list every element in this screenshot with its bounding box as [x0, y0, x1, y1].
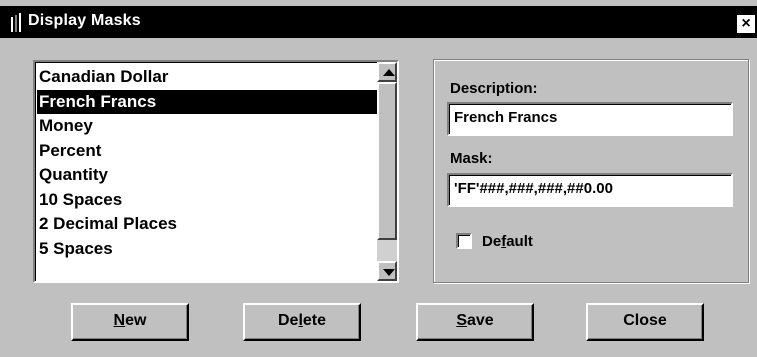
scroll-down-button[interactable]: [377, 261, 397, 281]
vertical-scrollbar[interactable]: [377, 62, 397, 281]
new-button[interactable]: New: [71, 303, 189, 341]
list-item[interactable]: 5 Spaces: [37, 237, 377, 262]
mask-label: Mask:: [450, 150, 493, 167]
close-button[interactable]: Close: [586, 303, 704, 341]
scroll-thumb[interactable]: [377, 82, 397, 240]
default-label-pre: De: [482, 233, 502, 250]
arrow-down-icon: [383, 269, 395, 276]
delete-post: ete: [302, 312, 327, 329]
list-item[interactable]: Quantity: [37, 163, 377, 188]
new-rest: ew: [125, 312, 147, 329]
display-masks-dialog: Display Masks × Canadian Dollar French Fr…: [0, 0, 757, 357]
close-icon[interactable]: ×: [737, 15, 755, 33]
list-item[interactable]: 2 Decimal Places: [37, 212, 377, 237]
app-icon: [11, 13, 21, 32]
window-title: Display Masks: [28, 12, 141, 29]
mask-listbox[interactable]: Canadian Dollar French Francs Money Percent…: [33, 60, 399, 283]
title-bar[interactable]: Display Masks ×: [0, 6, 757, 38]
arrow-up-icon: [383, 69, 395, 76]
delete-pre: De: [277, 312, 299, 329]
list-item[interactable]: Percent: [37, 139, 377, 164]
save-rest: ave: [466, 312, 494, 329]
list-item[interactable]: 10 Spaces: [37, 188, 377, 213]
list-item[interactable]: Canadian Dollar: [37, 65, 377, 90]
save-button[interactable]: Save: [416, 303, 534, 341]
mask-list[interactable]: Canadian Dollar French Francs Money Percent…: [37, 65, 377, 261]
new-accel: N: [113, 312, 126, 329]
description-label: Description:: [450, 80, 538, 97]
description-field[interactable]: French Francs: [447, 102, 733, 136]
list-item[interactable]: French Francs: [37, 89, 377, 114]
list-item[interactable]: Money: [37, 114, 377, 139]
scroll-track[interactable]: [377, 240, 397, 262]
default-label-post: ault: [506, 233, 533, 250]
save-accel: S: [456, 312, 467, 329]
default-checkbox-label[interactable]: Default: [482, 233, 533, 250]
default-checkbox[interactable]: [456, 233, 472, 249]
scroll-up-button[interactable]: [377, 62, 397, 82]
delete-button[interactable]: Delete: [243, 303, 361, 341]
mask-field[interactable]: 'FF'###,###,###,##0.00: [447, 173, 733, 207]
